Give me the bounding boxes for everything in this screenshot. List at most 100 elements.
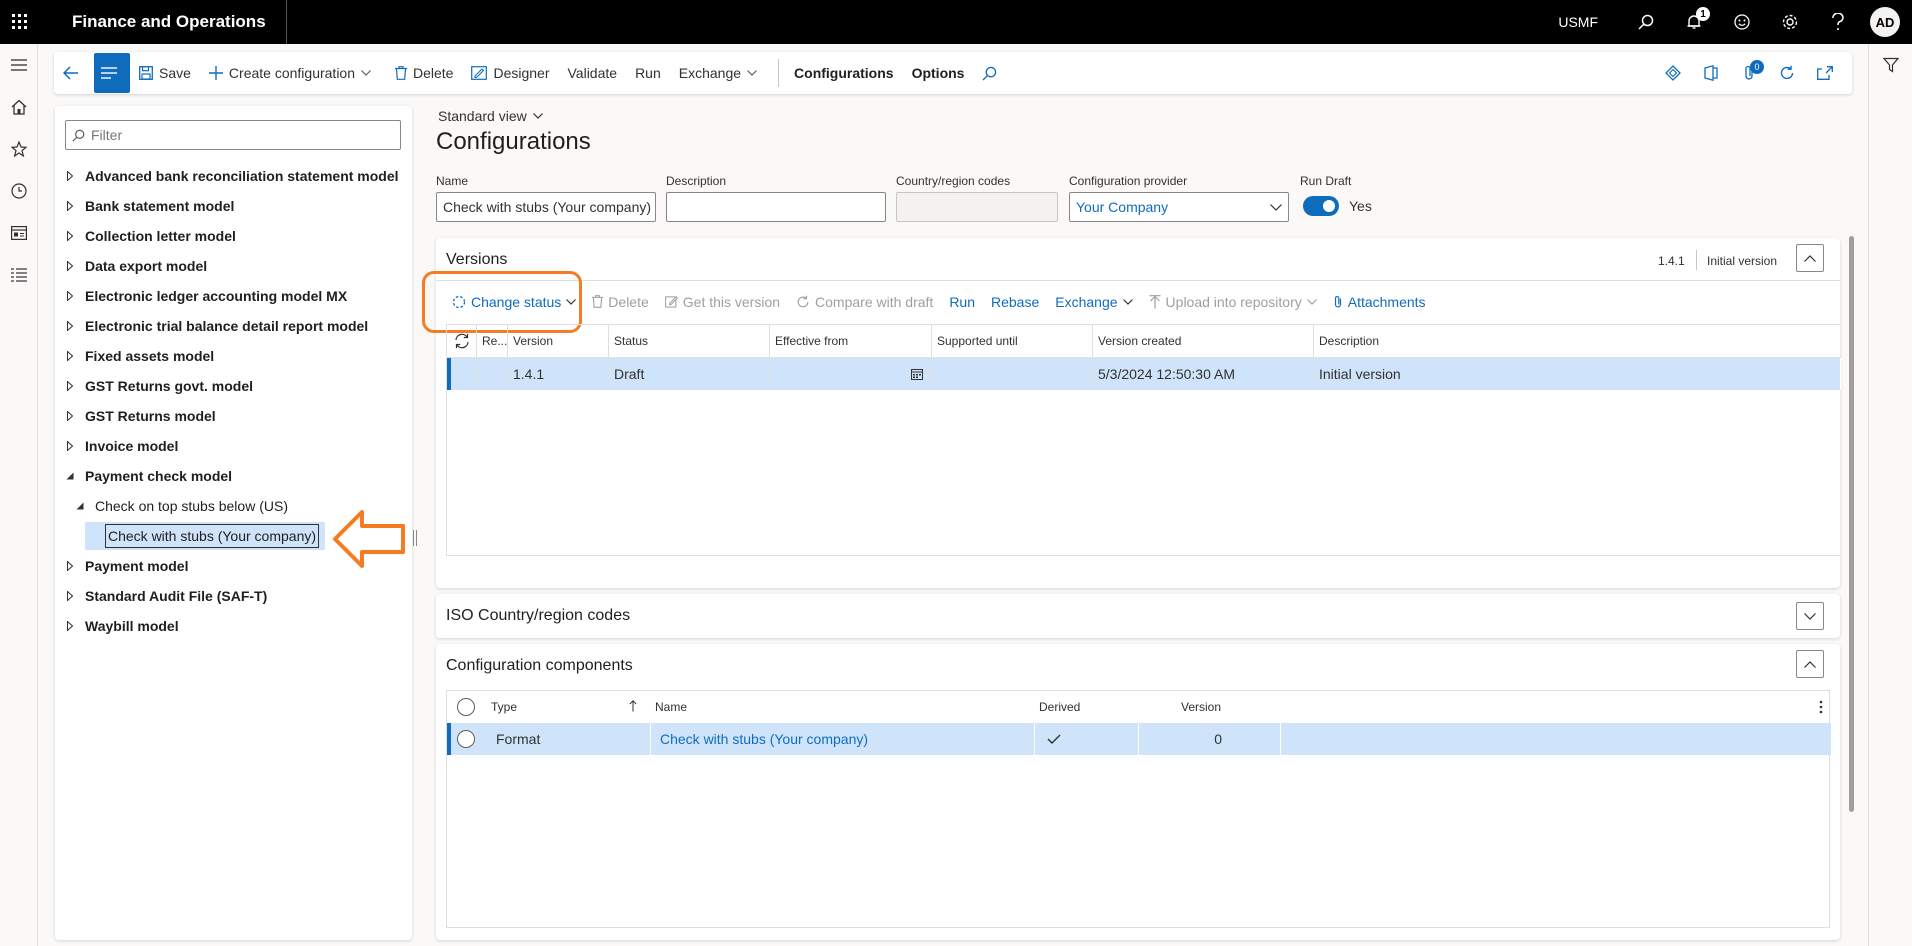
expand-triangle-icon[interactable] xyxy=(65,381,75,391)
tree-item[interactable]: Data export model xyxy=(65,252,207,280)
run-button[interactable]: Run xyxy=(626,52,670,94)
version-exchange-button[interactable]: Exchange xyxy=(1055,294,1133,310)
designer-button[interactable]: Designer xyxy=(462,52,558,94)
modules-list-icon[interactable] xyxy=(0,254,38,296)
column-header-version[interactable]: Version xyxy=(508,325,609,357)
tree-item[interactable]: Electronic trial balance detail report m… xyxy=(65,312,368,340)
table-row[interactable]: Format Check with stubs (Your company) 0 xyxy=(447,723,1831,755)
home-icon[interactable] xyxy=(0,86,38,128)
version-run-button[interactable]: Run xyxy=(949,294,975,310)
create-configuration-button[interactable]: Create configuration xyxy=(200,52,386,94)
expand-triangle-icon[interactable] xyxy=(65,591,75,601)
tree-item[interactable]: Electronic ledger accounting model MX xyxy=(65,282,347,310)
column-header-status[interactable]: Status xyxy=(609,325,770,357)
refresh-icon[interactable] xyxy=(1768,52,1806,94)
exchange-button[interactable]: Exchange xyxy=(670,52,772,94)
expand-triangle-icon[interactable] xyxy=(65,441,75,451)
expand-triangle-icon[interactable] xyxy=(65,321,75,331)
column-header-name[interactable]: Name xyxy=(655,691,687,723)
expand-triangle-icon[interactable] xyxy=(65,261,75,271)
expand-triangle-icon[interactable] xyxy=(65,621,75,631)
office-icon[interactable] xyxy=(1692,52,1730,94)
tree-item[interactable]: Invoice model xyxy=(65,432,178,460)
app-title[interactable]: Finance and Operations xyxy=(46,0,287,44)
tree-item[interactable]: Standard Audit File (SAF-T) xyxy=(65,582,267,610)
notifications-bell-icon[interactable]: 1 xyxy=(1670,0,1718,44)
action-menu-toggle-button[interactable] xyxy=(94,53,130,93)
filter-input[interactable] xyxy=(91,127,391,143)
upload-into-repository-button[interactable]: Upload into repository xyxy=(1149,294,1317,310)
save-button[interactable]: Save xyxy=(130,52,200,94)
select-all-radio[interactable] xyxy=(457,698,475,716)
tab-configurations[interactable]: Configurations xyxy=(785,52,903,94)
expand-triangle-icon[interactable] xyxy=(65,411,75,421)
recent-clock-icon[interactable] xyxy=(0,170,38,212)
column-header-re[interactable]: Re... xyxy=(477,325,508,357)
vertical-scrollbar[interactable] xyxy=(1849,236,1854,812)
get-this-version-button[interactable]: Get this version xyxy=(664,294,780,310)
table-row[interactable]: 1.4.1 Draft 5/3/2024 12:50:30 AM Initial… xyxy=(447,358,1841,390)
validate-button[interactable]: Validate xyxy=(559,52,627,94)
column-header-description[interactable]: Description xyxy=(1314,325,1841,357)
expand-triangle-icon[interactable] xyxy=(65,231,75,241)
version-attachments-button[interactable]: Attachments xyxy=(1333,294,1426,310)
cell-name-link[interactable]: Check with stubs (Your company) xyxy=(655,723,1035,755)
description-field[interactable] xyxy=(666,192,886,222)
cell-effective-from[interactable] xyxy=(770,358,932,390)
tree-item[interactable]: Check with stubs (Your company) xyxy=(85,522,325,550)
tree-item[interactable]: Fixed assets model xyxy=(65,342,214,370)
collapse-triangle-icon[interactable] xyxy=(65,472,75,480)
filter-funnel-icon[interactable] xyxy=(1869,44,1912,86)
grid-refresh-icon[interactable] xyxy=(447,325,477,357)
tree-item[interactable]: Check on top stubs below (US) xyxy=(75,492,288,520)
tree-item[interactable]: Waybill model xyxy=(65,612,179,640)
settings-gear-icon[interactable] xyxy=(1766,0,1814,44)
tree-item[interactable]: Collection letter model xyxy=(65,222,236,250)
workspaces-icon[interactable] xyxy=(0,212,38,254)
tree-item[interactable]: GST Returns govt. model xyxy=(65,372,253,400)
compare-with-draft-button[interactable]: Compare with draft xyxy=(796,294,933,310)
rebase-button[interactable]: Rebase xyxy=(991,294,1039,310)
back-button[interactable] xyxy=(54,52,94,94)
name-field[interactable]: Check with stubs (Your company) xyxy=(436,192,656,222)
feedback-smiley-icon[interactable] xyxy=(1718,0,1766,44)
run-draft-toggle[interactable] xyxy=(1303,196,1339,216)
help-question-icon[interactable] xyxy=(1814,0,1862,44)
expand-triangle-icon[interactable] xyxy=(65,351,75,361)
expand-triangle-icon[interactable] xyxy=(65,291,75,301)
row-select-radio[interactable] xyxy=(457,730,475,748)
column-header-derived[interactable]: Derived xyxy=(1039,691,1080,723)
tree-item[interactable]: Advanced bank reconciliation statement m… xyxy=(65,162,399,190)
collapse-triangle-icon[interactable] xyxy=(75,502,85,510)
column-header-supported-until[interactable]: Supported until xyxy=(932,325,1093,357)
components-collapse-button[interactable] xyxy=(1796,650,1824,678)
provider-combobox[interactable]: Your Company xyxy=(1069,192,1289,222)
attachments-icon[interactable]: 0 xyxy=(1730,52,1768,94)
action-search-icon[interactable] xyxy=(973,52,1012,94)
tree-item[interactable]: Bank statement model xyxy=(65,192,234,220)
user-avatar[interactable]: AD xyxy=(1870,7,1900,37)
versions-collapse-button[interactable] xyxy=(1796,244,1824,272)
expand-triangle-icon[interactable] xyxy=(65,561,75,571)
company-picker[interactable]: USMF xyxy=(1558,14,1598,30)
version-delete-button[interactable]: Delete xyxy=(592,294,649,310)
app-launcher-icon[interactable] xyxy=(0,0,40,44)
pane-splitter-handle[interactable] xyxy=(413,530,417,546)
search-icon[interactable] xyxy=(1622,0,1670,44)
tree-item[interactable]: GST Returns model xyxy=(65,402,216,430)
hamburger-menu-icon[interactable] xyxy=(0,44,38,86)
column-header-effective-from[interactable]: Effective from xyxy=(770,325,932,357)
expand-triangle-icon[interactable] xyxy=(65,171,75,181)
iso-codes-expand-button[interactable] xyxy=(1796,602,1824,630)
more-options-icon[interactable] xyxy=(1819,700,1823,714)
tree-item[interactable]: Payment model xyxy=(65,552,188,580)
view-selector[interactable]: Standard view xyxy=(438,108,543,124)
filter-field[interactable] xyxy=(65,120,401,150)
favorites-star-icon[interactable] xyxy=(0,128,38,170)
expand-triangle-icon[interactable] xyxy=(65,201,75,211)
column-header-type[interactable]: Type xyxy=(491,691,517,723)
power-apps-icon[interactable] xyxy=(1654,52,1692,94)
tree-item[interactable]: Payment check model xyxy=(65,462,232,490)
tab-options[interactable]: Options xyxy=(903,52,974,94)
column-header-version-created[interactable]: Version created xyxy=(1093,325,1314,357)
